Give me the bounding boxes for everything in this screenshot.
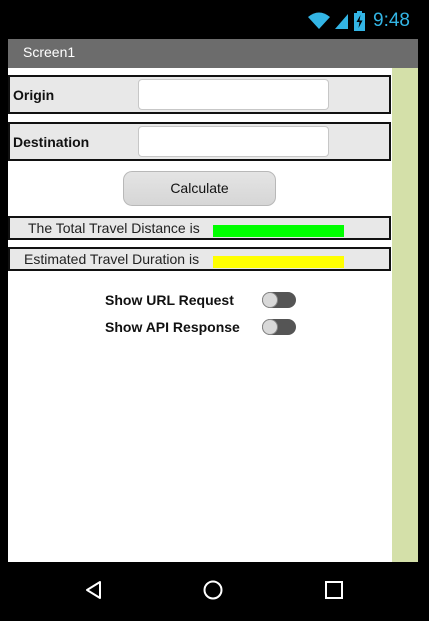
api-response-toggle[interactable] bbox=[262, 319, 296, 335]
duration-value bbox=[213, 256, 344, 268]
duration-label: Estimated Travel Duration is bbox=[24, 251, 200, 267]
api-response-switch-row: Show API Response bbox=[105, 317, 305, 337]
toggle-knob bbox=[262, 292, 278, 308]
status-bar: 9:48 bbox=[8, 0, 418, 40]
origin-input[interactable] bbox=[138, 79, 329, 110]
api-response-label: Show API Response bbox=[105, 319, 240, 335]
distance-row: The Total Travel Distance is bbox=[8, 216, 391, 240]
toggle-knob bbox=[262, 319, 278, 335]
url-request-label: Show URL Request bbox=[105, 292, 234, 308]
right-margin-strip bbox=[392, 68, 418, 562]
screen-content: Origin Destination Calculate The Total T… bbox=[8, 68, 392, 562]
wifi-icon bbox=[308, 12, 331, 30]
distance-value bbox=[213, 225, 344, 237]
origin-label: Origin bbox=[13, 87, 55, 103]
destination-row: Destination bbox=[8, 122, 391, 161]
device-frame: 9:48 Screen1 Origin Destination Calculat… bbox=[0, 0, 429, 621]
distance-label: The Total Travel Distance is bbox=[28, 220, 200, 236]
signal-icon bbox=[335, 12, 349, 30]
home-icon[interactable] bbox=[201, 578, 225, 602]
destination-input[interactable] bbox=[138, 126, 329, 157]
destination-label: Destination bbox=[13, 134, 90, 150]
calculate-button[interactable]: Calculate bbox=[123, 171, 276, 206]
status-time: 9:48 bbox=[373, 10, 410, 31]
url-request-toggle[interactable] bbox=[262, 292, 296, 308]
battery-charging-icon bbox=[354, 11, 366, 31]
url-request-switch-row: Show URL Request bbox=[105, 290, 305, 310]
navigation-bar bbox=[8, 562, 418, 621]
origin-row: Origin bbox=[8, 75, 391, 114]
duration-row: Estimated Travel Duration is bbox=[8, 247, 391, 271]
status-icons: 9:48 bbox=[308, 10, 410, 32]
recents-icon[interactable] bbox=[322, 578, 346, 602]
back-icon[interactable] bbox=[82, 578, 106, 602]
title-bar: Screen1 bbox=[8, 39, 418, 68]
screen-title: Screen1 bbox=[23, 44, 76, 60]
